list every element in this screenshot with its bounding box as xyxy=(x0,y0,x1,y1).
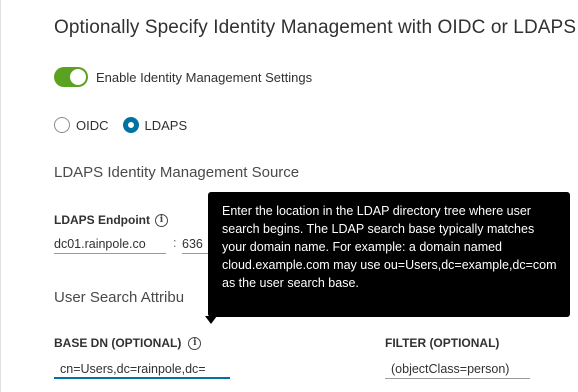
content-left-border xyxy=(0,0,1,392)
info-icon[interactable]: i xyxy=(155,213,168,227)
base-dn-input[interactable]: cn=Users,dc=rainpole,dc= xyxy=(54,359,230,379)
page-title: Optionally Specify Identity Management w… xyxy=(54,17,577,38)
endpoint-separator: : xyxy=(173,236,177,250)
oidc-radio[interactable] xyxy=(54,117,70,133)
oidc-radio-label[interactable]: OIDC xyxy=(76,118,109,133)
tooltip-arrow xyxy=(205,316,217,324)
ldaps-endpoint-port-input[interactable]: 636 xyxy=(182,234,208,254)
filter-label: FILTER (OPTIONAL) xyxy=(385,336,499,350)
protocol-radio-group: OIDC LDAPS xyxy=(54,117,201,133)
user-search-attributes-title: User Search Attribu xyxy=(54,289,185,306)
filter-label-text: FILTER (OPTIONAL) xyxy=(385,336,500,350)
toggle-knob xyxy=(70,69,86,85)
ldaps-radio-label[interactable]: LDAPS xyxy=(145,118,188,133)
base-dn-label-text: BASE DN (OPTIONAL) xyxy=(54,336,182,350)
base-dn-label: BASE DN (OPTIONAL) i xyxy=(54,336,202,350)
base-dn-tooltip: Enter the location in the LDAP directory… xyxy=(208,192,570,317)
identity-management-toggle[interactable] xyxy=(54,67,88,87)
ldaps-radio[interactable] xyxy=(122,117,139,133)
filter-input[interactable]: (objectClass=person) xyxy=(385,359,530,379)
toggle-label: Enable Identity Management Settings xyxy=(96,69,313,85)
identity-management-toggle-row[interactable]: Enable Identity Management Settings xyxy=(54,66,312,88)
ldaps-endpoint-label: LDAPS Endpoint i xyxy=(54,213,168,227)
info-icon[interactable]: i xyxy=(188,336,202,350)
ldaps-endpoint-host-input[interactable]: dc01.rainpole.co xyxy=(54,234,166,254)
ldaps-section-title: LDAPS Identity Management Source xyxy=(54,164,300,181)
ldaps-endpoint-label-text: LDAPS Endpoint xyxy=(54,213,150,227)
